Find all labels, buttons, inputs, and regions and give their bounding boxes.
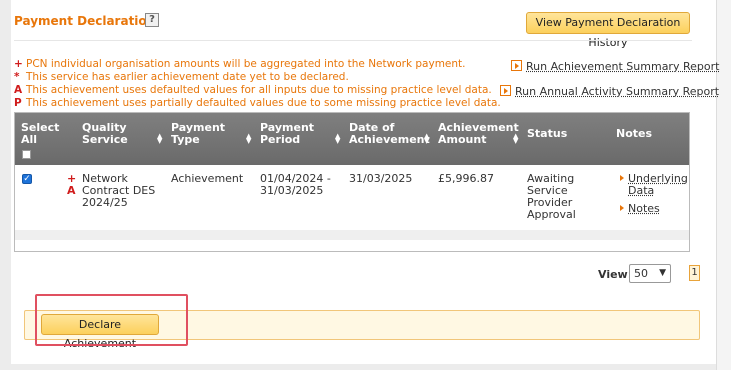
table-header: Select All Quality Service ▲ ▼ Payment Type … xyxy=(15,113,689,165)
col-payment-type[interactable]: Payment Type xyxy=(171,122,225,146)
col-payment-period[interactable]: Payment Period xyxy=(260,122,314,146)
col-payment-type-line2: Type xyxy=(171,133,200,146)
select-all-checkbox[interactable] xyxy=(22,150,31,159)
row-checkbox[interactable]: ✓ xyxy=(22,174,32,184)
legend-item-defaulted: A This achievement uses defaulted values … xyxy=(14,84,492,96)
col-status: Status xyxy=(527,127,568,140)
sort-icon[interactable]: ▲ ▼ xyxy=(246,133,251,145)
sort-icon[interactable]: ▲ ▼ xyxy=(157,133,162,145)
underlying-data-link[interactable]: Underlying Data xyxy=(620,173,688,197)
view-label: View: xyxy=(598,268,633,281)
col-payment-period-line2: Period xyxy=(260,133,301,146)
page-size-value: 50 xyxy=(634,267,648,280)
chevron-down-icon: ▼ xyxy=(659,268,666,278)
cell-status: Awaiting Service Provider Approval xyxy=(527,173,576,221)
cell-payment-period-line2: 31/03/2025 xyxy=(260,184,324,197)
achievements-table: Select All Quality Service ▲ ▼ Payment Type … xyxy=(14,112,690,252)
sort-icon[interactable]: ▲ ▼ xyxy=(335,133,340,145)
col-achievement-amount-line2: Amount xyxy=(438,133,487,146)
sort-icon[interactable]: ▲ ▼ xyxy=(424,133,429,145)
sort-icon[interactable]: ▲ ▼ xyxy=(513,133,518,145)
table-footer xyxy=(15,230,689,240)
page-title: Payment Declaration xyxy=(14,14,156,28)
notes-link[interactable]: Notes xyxy=(620,203,688,215)
run-annual-activity-summary-label: Run Annual Activity Summary Report xyxy=(515,85,720,98)
arrow-right-icon xyxy=(511,60,522,71)
help-icon[interactable]: ? xyxy=(145,13,159,27)
mark-a: A xyxy=(67,184,76,197)
col-select-all-line2: All xyxy=(21,133,38,146)
legend-text: This service has earlier achievement dat… xyxy=(26,71,349,83)
table-row: ✓ + A Network Contract DES 2024/25 Achie… xyxy=(15,165,689,230)
cell-quality-service: Network Contract DES 2024/25 xyxy=(82,173,155,209)
col-notes: Notes xyxy=(616,127,653,140)
page-right-gutter xyxy=(716,0,731,370)
col-date-of-achievement[interactable]: Date of Achievement xyxy=(349,122,430,146)
cell-notes: Underlying Data Notes xyxy=(620,173,688,215)
underlying-data-label-line2: Data xyxy=(628,184,655,197)
legend-text: This achievement uses defaulted values f… xyxy=(26,84,492,96)
view-history-button[interactable]: View Payment Declaration History xyxy=(526,12,690,49)
run-annual-activity-summary-link[interactable]: Run Annual Activity Summary Report xyxy=(500,85,719,98)
col-date-of-achievement-line2: Achievement xyxy=(349,133,430,146)
legend-text: PCN individual organisation amounts will… xyxy=(26,58,466,70)
col-select-all: Select All xyxy=(21,122,59,146)
col-quality-service[interactable]: Quality Service xyxy=(82,122,128,146)
page-size-select[interactable]: 50 ▼ xyxy=(629,264,671,283)
cell-quality-service-line3: 2024/25 xyxy=(82,196,128,209)
run-achievement-summary-link[interactable]: Run Achievement Summary Report xyxy=(511,60,719,73)
legend-item-partially-defaulted: P This achievement uses partially default… xyxy=(14,97,501,109)
col-achievement-amount[interactable]: Achievement Amount xyxy=(438,122,519,146)
cell-date-of-achievement: 31/03/2025 xyxy=(349,172,413,185)
cell-payment-period: 01/04/2024 - 31/03/2025 xyxy=(260,173,331,197)
header-divider xyxy=(14,40,692,41)
arrow-right-icon xyxy=(500,85,511,96)
legend-mark: A xyxy=(14,84,23,96)
legend-mark: * xyxy=(14,71,20,83)
cell-achievement-amount: £5,996.87 xyxy=(438,172,494,185)
legend-mark: P xyxy=(14,97,22,109)
row-marks: + A xyxy=(67,173,81,197)
legend-item-earlier-date: * This service has earlier achievement da… xyxy=(14,71,349,83)
legend-text: This achievement uses partially defaulte… xyxy=(26,97,501,109)
highlight-box xyxy=(35,294,188,346)
legend-item-aggregated: + PCN individual organisation amounts wil… xyxy=(14,58,466,70)
cell-payment-type: Achievement xyxy=(171,172,244,185)
run-achievement-summary-label: Run Achievement Summary Report xyxy=(526,60,720,73)
legend-mark: + xyxy=(14,58,23,70)
page-number-1[interactable]: 1 xyxy=(689,265,700,281)
col-quality-service-line2: Service xyxy=(82,133,128,146)
cell-status-line4: Approval xyxy=(527,208,576,221)
